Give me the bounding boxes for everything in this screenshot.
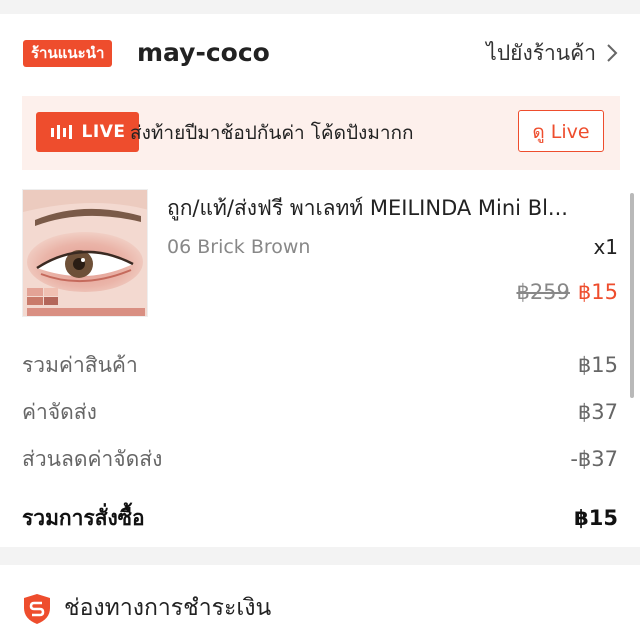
product-thumbnail (22, 189, 148, 317)
order-total-value: ฿15 (574, 506, 618, 530)
product-quantity: x1 (593, 235, 618, 259)
visit-store-label: ไปยังร้านค้า (486, 40, 596, 65)
live-bars-icon (50, 125, 72, 139)
summary-row-shipping: ค่าจัดส่ง ฿37 (0, 388, 640, 435)
product-item[interactable]: ถูก/แท้/ส่งฟรี พาเลทท์ MEILINDA Mini Bl.… (0, 186, 640, 321)
payment-method-section[interactable]: ช่องทางการชำระเงิน (0, 565, 640, 640)
summary-value: ฿15 (577, 353, 618, 377)
preferred-store-badge: ร้านแนะนำ (23, 40, 113, 67)
scrollbar[interactable] (630, 193, 634, 398)
shield-s-icon (24, 594, 50, 624)
live-tag: LIVE (36, 112, 139, 152)
eyeshadow-product-image (23, 190, 147, 316)
visit-store-button[interactable]: ไปยังร้านค้า (486, 36, 618, 70)
live-title: ส่งท้ายปีมาช้อปกันค่า โค้ดปังมากก (130, 122, 414, 144)
product-prices: ฿259 ฿15 (516, 276, 618, 308)
original-price: ฿259 (516, 280, 570, 304)
order-total-label: รวมการสั่งซื้อ (22, 506, 145, 530)
store-name[interactable]: may-coco (137, 36, 270, 70)
summary-row-merchandise: รวมค่าสินค้า ฿15 (0, 341, 640, 388)
store-header: ร้านแนะนำ may-coco ไปยังร้านค้า (0, 14, 640, 94)
summary-value: -฿37 (570, 447, 618, 471)
summary-label: ส่วนลดค่าจัดส่ง (22, 447, 163, 471)
payment-method-label: ช่องทางการชำระเงิน (64, 595, 272, 621)
order-card: ร้านแนะนำ may-coco ไปยังร้านค้า LIVE ส่ง… (0, 14, 640, 547)
summary-label: รวมค่าสินค้า (22, 353, 138, 377)
chevron-right-icon (607, 44, 618, 62)
summary-row-total: รวมการสั่งซื้อ ฿15 (0, 482, 640, 530)
live-banner[interactable]: LIVE ส่งท้ายปีมาช้อปกันค่า โค้ดปังมากก ด… (22, 96, 620, 170)
live-tag-label: LIVE (81, 122, 126, 142)
summary-label: ค่าจัดส่ง (22, 400, 97, 424)
product-variant: 06 Brick Brown (167, 236, 311, 258)
sale-price: ฿15 (577, 280, 618, 304)
summary-row-shipping-discount: ส่วนลดค่าจัดส่ง -฿37 (0, 435, 640, 482)
watch-live-button[interactable]: ดู Live (518, 110, 604, 152)
order-summary: รวมค่าสินค้า ฿15 ค่าจัดส่ง ฿37 ส่วนลดค่า… (0, 341, 640, 530)
summary-value: ฿37 (577, 400, 618, 424)
product-name[interactable]: ถูก/แท้/ส่งฟรี พาเลทท์ MEILINDA Mini Bl.… (167, 192, 617, 224)
